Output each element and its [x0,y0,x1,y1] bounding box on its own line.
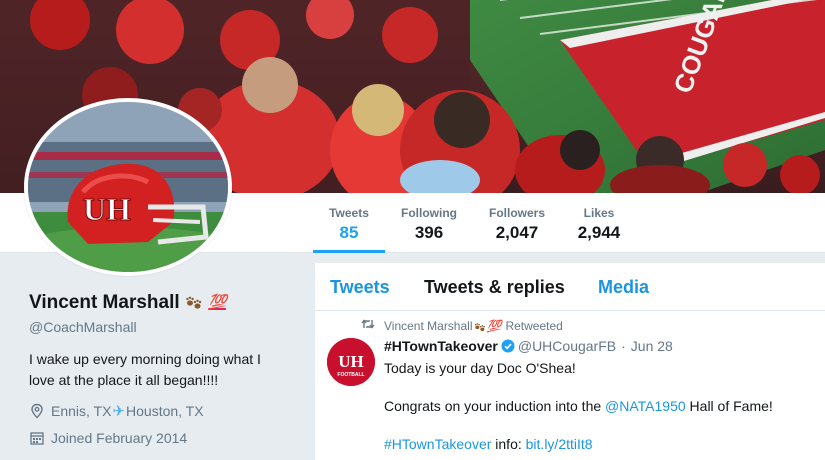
stat-likes[interactable]: Likes 2,944 [563,193,635,253]
tweet-line-2: Congrats on your induction into the @NAT… [384,397,814,416]
tab-media[interactable]: Media [598,277,649,298]
tweet-date[interactable]: Jun 28 [631,338,673,354]
tweet-author-name[interactable]: #HTownTakeover [384,338,498,354]
stat-tweets-label: Tweets [329,206,369,220]
profile-page: COUGARS Tweets 85 Following 396 Follower… [0,0,825,460]
tab-tweets[interactable]: Tweets [330,277,390,298]
stat-following-label: Following [401,206,457,220]
hundred-points-icon: 💯 [486,318,502,333]
calendar-icon [30,432,44,445]
stat-following-value: 396 [414,223,444,242]
stat-tweets[interactable]: Tweets 85 [313,193,385,253]
uh-football-logo-icon: UH FOOTBALL [327,338,375,386]
verified-badge-icon [501,339,515,353]
stat-likes-label: Likes [583,206,615,220]
tweet-line-2-text: Congrats on your induction into the [384,398,606,414]
location-to: Houston, TX [126,403,204,419]
tweet-separator: · [621,338,626,354]
stat-tweets-value: 85 [339,223,359,242]
tweet-line-3-text: info: [491,436,526,452]
svg-text:FOOTBALL: FOOTBALL [337,372,364,378]
profile-joined: Joined February 2014 [29,430,187,446]
location-pin-icon [31,403,43,419]
tweet-text: Today is your day Doc O'Shea! Congrats o… [384,359,814,460]
stat-likes-value: 2,944 [577,223,621,242]
svg-text:UH: UH [83,191,131,227]
profile-bio: I wake up every morning doing what I lov… [29,351,261,388]
retweet-context: Vincent Marshall 💯 Retweeted [361,318,563,333]
airplane-icon: ✈ [112,403,126,420]
retweet-icon [361,318,375,333]
tweet-line-1: Today is your day Doc O'Shea! [384,360,576,376]
mention-link[interactable]: @NATA1950 [605,398,686,414]
paw-prints-icon [186,296,202,309]
joined-date: Joined February 2014 [51,430,188,446]
stat-followers[interactable]: Followers 2,047 [481,193,553,253]
helmet-photo: UH [28,102,228,272]
tweet-header: #HTownTakeover @UHCougarFB · Jun 28 [384,338,673,354]
timeline-panel: Tweets Tweets & replies Media Vincent Ma… [315,263,825,460]
hashtag-link[interactable]: #HTownTakeover [384,436,491,452]
tweet-author-handle[interactable]: @UHCougarFB [518,338,616,354]
tab-tweets-and-replies[interactable]: Tweets & replies [424,277,565,298]
location-from: Ennis, TX [51,403,112,419]
retweeter-name[interactable]: Vincent Marshall [384,319,473,333]
retweeted-label: Retweeted [505,318,563,333]
tweet-author-avatar[interactable]: UH FOOTBALL [327,338,375,386]
profile-location: Ennis, TX ✈ Houston, TX [29,402,204,420]
url-link[interactable]: bit.ly/2ttiIt8 [526,436,593,452]
paw-prints-icon [474,322,485,331]
stat-followers-value: 2,047 [495,223,539,242]
profile-name[interactable]: Vincent Marshall 💯 [29,292,227,314]
avatar[interactable]: UH [24,98,232,276]
profile-name-text: Vincent Marshall [29,292,180,313]
tweet-line-3: #HTownTakeover info: bit.ly/2ttiIt8 [384,435,814,454]
stat-followers-label: Followers [488,206,545,220]
timeline-tabs: Tweets Tweets & replies Media [315,263,825,311]
profile-handle[interactable]: @CoachMarshall [29,319,137,335]
tweet-line-2-end: Hall of Fame! [685,398,773,414]
svg-text:UH: UH [338,352,364,371]
stat-following[interactable]: Following 396 [393,193,465,253]
hundred-points-icon: 💯 [208,294,227,311]
